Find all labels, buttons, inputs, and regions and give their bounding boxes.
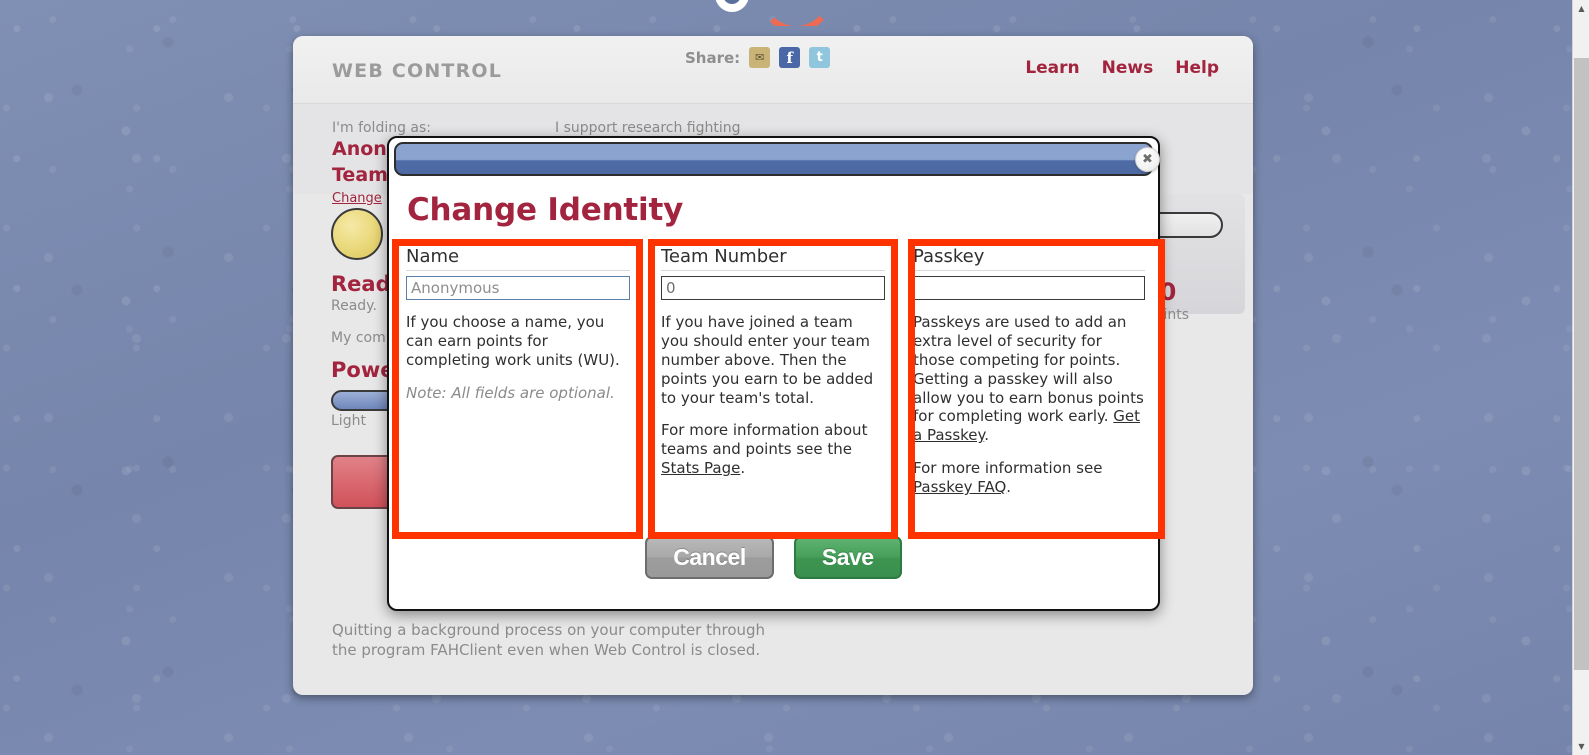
scrollbar-thumb[interactable] — [1574, 58, 1589, 670]
stats-page-link[interactable]: Stats Page — [661, 459, 740, 477]
nav-link-learn[interactable]: Learn — [1025, 58, 1079, 78]
name-help-text: If you choose a name, you can earn point… — [406, 313, 620, 369]
passkey-help-body: Passkeys are used to add an extra level … — [913, 313, 1144, 426]
change-identity-dialog: ✖ Change Identity Name If you choose a n… — [387, 136, 1160, 611]
passkey-faq-link[interactable]: Passkey FAQ — [913, 478, 1006, 496]
team-help-text-2: For more information about teams and poi… — [661, 421, 885, 478]
name-input[interactable] — [406, 276, 630, 300]
team-help-suffix: . — [740, 459, 746, 478]
passkey-help-text-2: For more information see Passkey FAQ. — [913, 459, 1145, 497]
passkey-help-text-1: Passkeys are used to add an extra level … — [913, 313, 1145, 445]
team-number-input[interactable] — [661, 276, 885, 300]
dialog-title: Change Identity — [407, 192, 684, 228]
save-button[interactable]: Save — [793, 536, 902, 579]
passkey-input[interactable] — [913, 276, 1145, 300]
nav-link-news[interactable]: News — [1102, 58, 1154, 78]
background-process-note: Quitting a background process on your co… — [332, 621, 766, 659]
support-research-label: I support research fighting — [555, 120, 741, 136]
team-number-field-group: Team Number If you have joined a team yo… — [661, 246, 885, 478]
name-field-group: Name If you choose a name, you can earn … — [406, 246, 630, 403]
scroll-down-arrow-icon[interactable]: ▼ — [1573, 738, 1589, 755]
logo-ring-icon — [715, 0, 749, 12]
passkey-help-dot: . — [984, 426, 990, 445]
close-icon[interactable]: ✖ — [1135, 147, 1160, 172]
team-number-field-label: Team Number — [661, 246, 885, 271]
passkey-field-group: Passkey Passkeys are used to add an extr… — [913, 246, 1145, 497]
app-header: WEB CONTROL Share: ✉ f t Learn News Help — [293, 36, 1253, 104]
email-share-icon[interactable]: ✉ — [749, 47, 771, 68]
twitter-share-icon[interactable]: t — [809, 47, 831, 68]
name-optional-note: Note: All fields are optional. — [406, 383, 615, 402]
name-field-label: Name — [406, 246, 630, 271]
passkey-faq-suffix: . — [1006, 478, 1012, 497]
status-indicator-icon — [331, 208, 383, 260]
scroll-up-arrow-icon[interactable]: ▲ — [1573, 0, 1589, 17]
dialog-field-columns: Name If you choose a name, you can earn … — [389, 246, 1158, 542]
passkey-faq-prefix: For more information see — [913, 459, 1103, 478]
vertical-scrollbar[interactable]: ▲ ▼ — [1572, 0, 1589, 755]
nav-link-help[interactable]: Help — [1175, 58, 1219, 78]
logo-arc-icon — [756, 0, 836, 26]
folding-as-label: I'm folding as: — [332, 120, 432, 136]
cancel-button[interactable]: Cancel — [645, 536, 774, 579]
share-area: Share: ✉ f t — [685, 47, 831, 68]
dialog-titlebar[interactable]: ✖ — [394, 142, 1160, 176]
dialog-actions: Cancel Save — [389, 536, 1158, 579]
passkey-field-label: Passkey — [913, 246, 1145, 271]
facebook-share-icon[interactable]: f — [779, 47, 801, 68]
team-help-prefix: For more information about teams and poi… — [661, 421, 868, 459]
share-label: Share: — [685, 48, 741, 67]
page-logo-strip — [0, 0, 1545, 26]
team-help-text-1: If you have joined a team you should ent… — [661, 313, 874, 407]
page-title: WEB CONTROL — [332, 60, 503, 82]
top-navigation: Learn News Help — [1025, 58, 1219, 78]
research-support-block: I support research fighting — [555, 120, 741, 136]
